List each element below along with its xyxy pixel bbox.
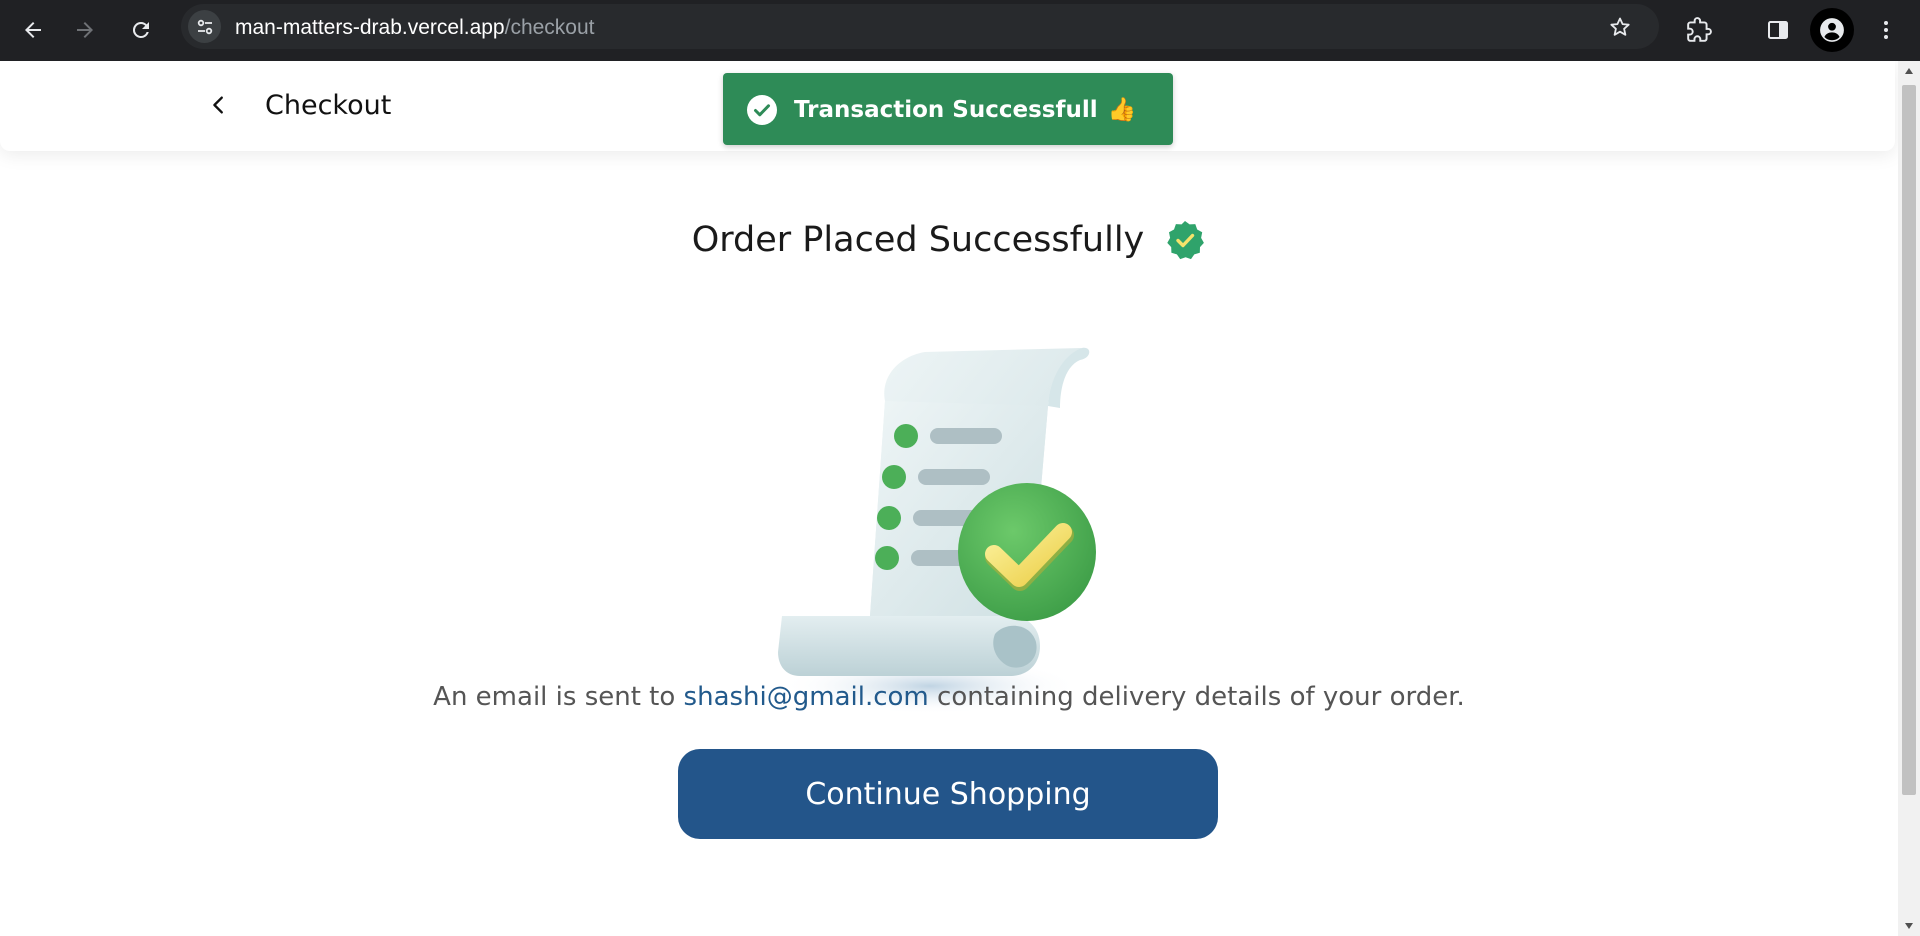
side-panel-button[interactable] <box>1756 8 1800 52</box>
extensions-button[interactable] <box>1677 8 1721 52</box>
reload-button[interactable] <box>119 8 163 52</box>
chevron-left-icon <box>213 96 223 114</box>
url-host: man-matters-drab.vercel.app <box>235 16 505 39</box>
verified-badge-icon <box>1167 221 1205 260</box>
browser-toolbar: man-matters-drab.vercel.app/checkout <box>0 0 1920 61</box>
scroll-up-icon <box>1905 68 1913 74</box>
continue-shopping-button[interactable]: Continue Shopping <box>678 749 1218 839</box>
email-prefix: An email is sent to <box>433 682 676 712</box>
menu-button[interactable] <box>1864 8 1908 52</box>
page-scrollbar[interactable] <box>1898 61 1920 936</box>
email-confirmation: An email is sent to shashi@gmail.com con… <box>0 681 1898 713</box>
url-text[interactable]: man-matters-drab.vercel.app/checkout <box>235 16 595 40</box>
profile-button[interactable] <box>1810 8 1854 52</box>
receipt-check-illustration <box>778 347 1096 714</box>
success-toast[interactable]: Transaction Successfull 👍 <box>723 73 1173 145</box>
back-to-cart-button[interactable] <box>202 88 236 122</box>
email-address: shashi@gmail.com <box>683 682 929 712</box>
arrow-left-icon <box>25 22 41 38</box>
page-viewport: Checkout Transaction Successfull 👍 Order … <box>0 61 1898 936</box>
forward-button[interactable] <box>63 8 107 52</box>
url-path: /checkout <box>504 16 595 39</box>
star-icon <box>1610 17 1630 36</box>
scrollbar-thumb[interactable] <box>1902 85 1916 795</box>
tune-icon <box>197 19 212 34</box>
reload-icon <box>132 21 149 38</box>
order-heading: Order Placed Successfully <box>0 219 1898 261</box>
address-bar[interactable]: man-matters-drab.vercel.app/checkout <box>181 4 1659 49</box>
scroll-up-button[interactable] <box>1898 61 1920 81</box>
side-panel-icon <box>1768 21 1788 39</box>
scroll-down-icon <box>1905 923 1913 929</box>
toast-message: Transaction Successfull 👍 <box>794 96 1136 124</box>
toast-message-text: Transaction Successfull <box>794 97 1098 123</box>
scroll-down-button[interactable] <box>1898 916 1920 936</box>
thumbs-up-icon: 👍 <box>1107 97 1137 123</box>
person-icon <box>1820 18 1844 42</box>
puzzle-icon <box>1687 17 1712 42</box>
arrow-right-icon <box>77 22 93 38</box>
email-suffix: containing delivery details of your orde… <box>937 682 1465 712</box>
bookmark-button[interactable] <box>1603 10 1637 44</box>
more-vert-icon <box>1884 21 1888 39</box>
back-button[interactable] <box>11 8 55 52</box>
order-heading-text: Order Placed Successfully <box>691 220 1145 260</box>
page-title: Checkout <box>265 90 392 121</box>
check-circle-icon <box>747 95 777 125</box>
site-info-button[interactable] <box>188 10 221 43</box>
